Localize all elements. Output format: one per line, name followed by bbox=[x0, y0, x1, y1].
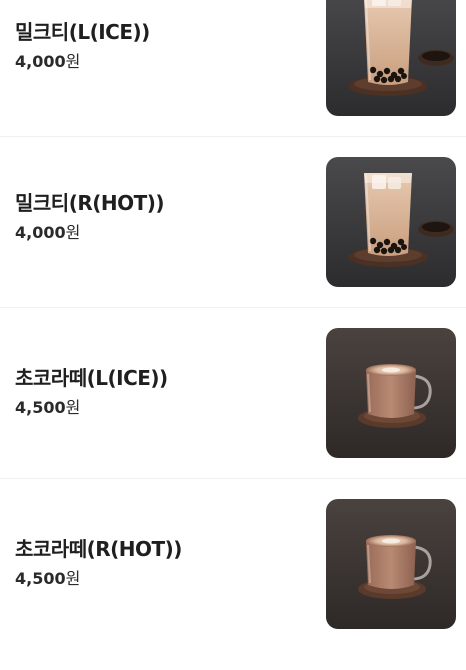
price-currency: 원 bbox=[65, 398, 81, 417]
divider bbox=[0, 478, 466, 479]
menu-item-price: 4,000원 bbox=[15, 52, 150, 72]
menu-item-price: 4,500원 bbox=[15, 398, 168, 418]
menu-item-name: 밀크티(R(HOT)) bbox=[15, 191, 165, 215]
divider bbox=[0, 136, 466, 137]
menu-item-image bbox=[326, 328, 456, 458]
choco-latte-image bbox=[326, 499, 456, 629]
menu-item-info: 초코라떼(R(HOT)) 4,500원 bbox=[15, 537, 182, 589]
choco-latte-image bbox=[326, 328, 456, 458]
milk-tea-image bbox=[326, 157, 456, 287]
divider bbox=[0, 307, 466, 308]
menu-item-price: 4,500원 bbox=[15, 569, 182, 589]
milk-tea-image bbox=[326, 0, 456, 116]
price-currency: 원 bbox=[65, 223, 81, 242]
menu-item-image bbox=[326, 0, 456, 116]
price-value: 4,000 bbox=[15, 52, 66, 71]
menu-item-name: 초코라떼(L(ICE)) bbox=[15, 366, 168, 390]
menu-item-info: 초코라떼(L(ICE)) 4,500원 bbox=[15, 366, 168, 418]
menu-item-price: 4,000원 bbox=[15, 223, 164, 243]
menu-item-choco-latte-hot[interactable]: 초코라떼(R(HOT)) 4,500원 bbox=[0, 499, 466, 670]
price-currency: 원 bbox=[65, 569, 81, 588]
menu-item-name: 밀크티(L(ICE)) bbox=[15, 20, 150, 44]
menu-item-milk-tea-hot[interactable]: 밀크티(R(HOT)) 4,000원 bbox=[0, 157, 466, 328]
menu-item-info: 밀크티(L(ICE)) 4,000원 bbox=[15, 20, 150, 72]
menu-item-info: 밀크티(R(HOT)) 4,000원 bbox=[15, 191, 165, 243]
price-value: 4,500 bbox=[15, 569, 66, 588]
menu-item-milk-tea-ice[interactable]: 밀크티(L(ICE)) 4,000원 bbox=[0, 0, 466, 157]
menu-item-image bbox=[326, 499, 456, 629]
menu-item-choco-latte-ice[interactable]: 초코라떼(L(ICE)) 4,500원 bbox=[0, 328, 466, 499]
menu-item-name: 초코라떼(R(HOT)) bbox=[15, 537, 182, 561]
price-value: 4,000 bbox=[15, 223, 66, 242]
menu-item-image bbox=[326, 157, 456, 287]
price-value: 4,500 bbox=[15, 398, 66, 417]
price-currency: 원 bbox=[65, 52, 81, 71]
